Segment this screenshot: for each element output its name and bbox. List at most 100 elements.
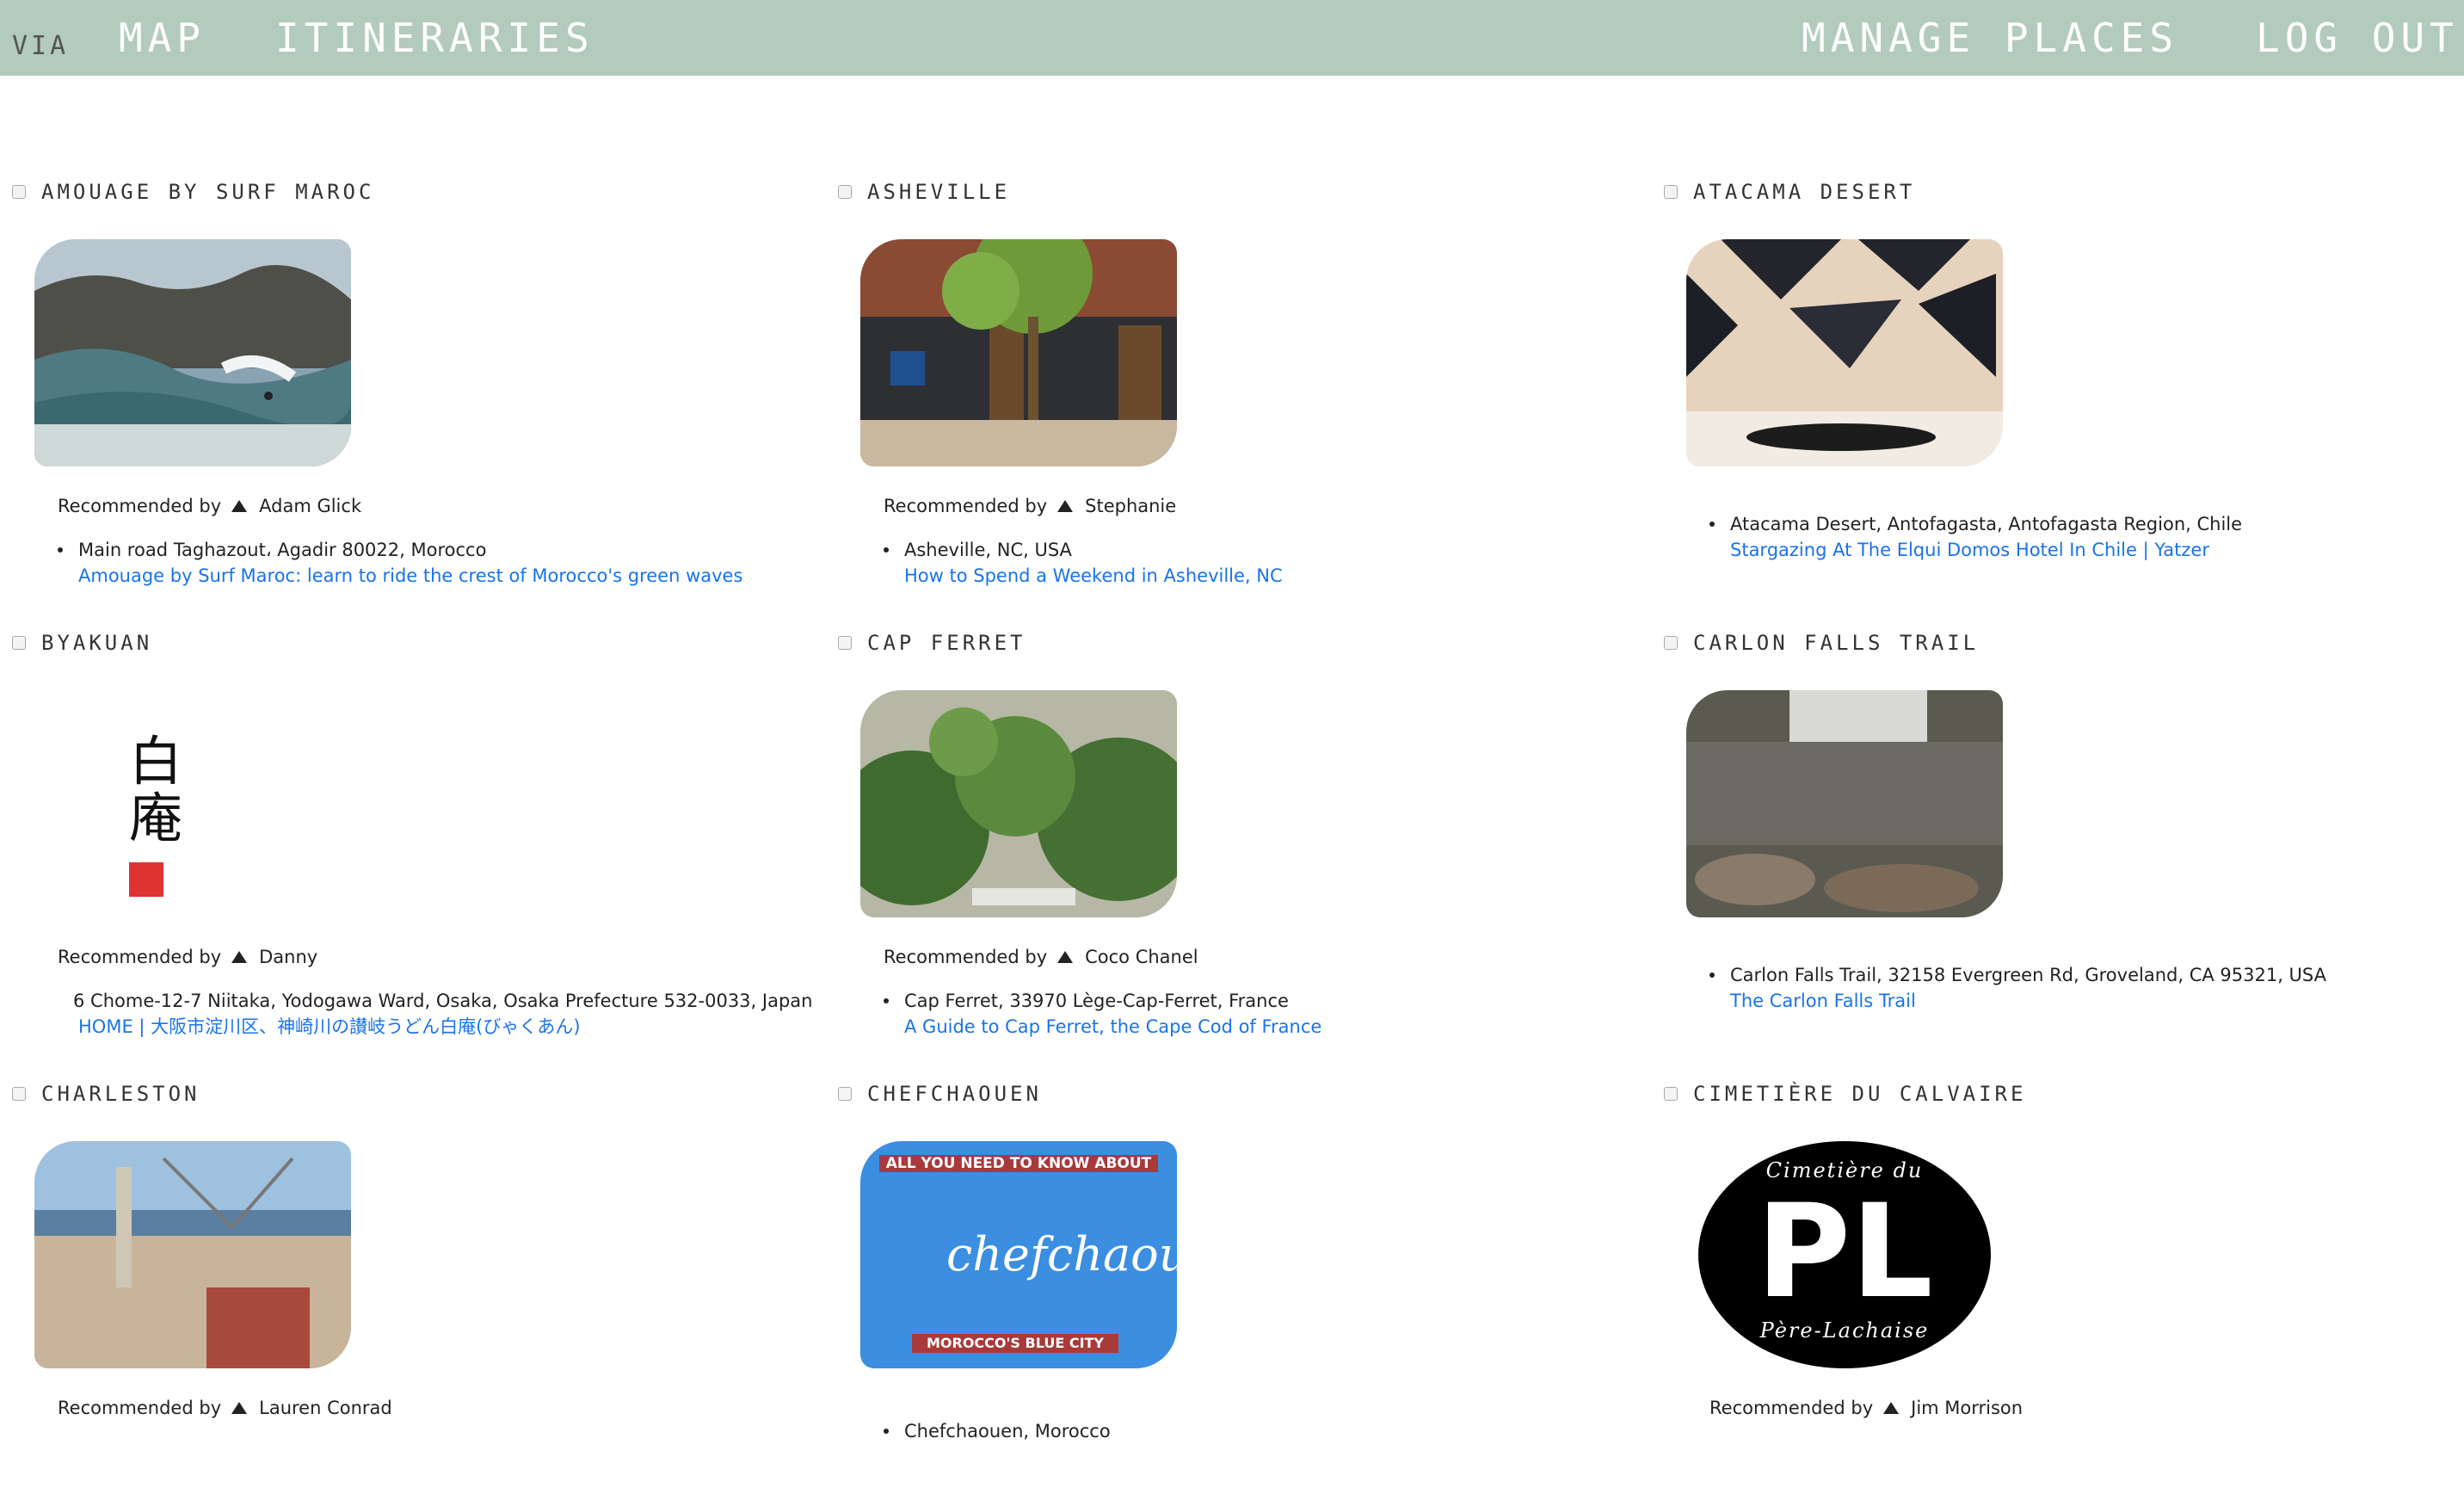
place-article-link[interactable]: Stargazing At The Elqui Domos Hotel In C…: [1730, 537, 2432, 563]
bullet-icon: [884, 1429, 889, 1434]
place-logo-pere-lachaise: Cimetière du PL Père-Lachaise: [1686, 1141, 2003, 1368]
place-address: Asheville, NC, USA: [904, 540, 1072, 560]
place-article-link[interactable]: The Carlon Falls Trail: [1730, 988, 2432, 1014]
place-address-item: Asheville, NC, USA: [884, 537, 1606, 563]
place-checkbox[interactable]: [838, 1087, 852, 1101]
upvote-icon[interactable]: [1057, 500, 1074, 512]
place-info: Main road Taghazout، Agadir 80022, Moroc…: [58, 537, 780, 589]
nav-map[interactable]: MAP: [119, 15, 206, 60]
place-card: Byakuan 白庵 Recommended by Danny 6 Chome-…: [0, 596, 812, 1043]
place-title[interactable]: Carlon Falls Trail: [1693, 631, 1979, 655]
place-address-item: Chefchaouen, Morocco: [884, 1418, 1606, 1444]
recommended-line: Recommended by Coco Chanel: [884, 947, 1198, 967]
recommender-name[interactable]: Adam Glick: [259, 496, 361, 516]
place-card: Atacama Desert Atacama Desert, Antofagas…: [1652, 145, 2426, 592]
place-address-item: Carlon Falls Trail, 32158 Evergreen Rd, …: [1709, 962, 2432, 988]
nav-log-out[interactable]: LOG OUT: [2256, 15, 2459, 60]
recommended-label: Recommended by: [58, 947, 222, 967]
bullet-icon: [884, 998, 889, 1003]
place-title[interactable]: Asheville: [867, 180, 1010, 204]
banner-bottom: MOROCCO'S BLUE CITY: [912, 1334, 1118, 1353]
recommender-name[interactable]: Stephanie: [1085, 496, 1176, 516]
place-title[interactable]: Amouage by Surf Maroc: [41, 180, 374, 204]
bullet-icon: [1709, 972, 1715, 978]
upvote-icon[interactable]: [1883, 1402, 1900, 1414]
place-title-row: Chefchaouen: [838, 1081, 1042, 1107]
place-title-row: Atacama Desert: [1664, 179, 1915, 205]
place-article-link[interactable]: Amouage by Surf Maroc: learn to ride the…: [78, 563, 780, 589]
recommended-label: Recommended by: [884, 947, 1048, 967]
place-address: Chefchaouen, Morocco: [904, 1421, 1111, 1442]
recommender-name[interactable]: Jim Morrison: [1911, 1398, 2023, 1418]
place-address: Main road Taghazout، Agadir 80022, Moroc…: [78, 540, 487, 560]
place-address: 6 Chome-12-7 Niitaka, Yodogawa Ward, Osa…: [73, 991, 813, 1011]
place-address-item: Main road Taghazout، Agadir 80022, Moroc…: [58, 537, 780, 563]
place-address: Cap Ferret, 33970 Lège-Cap-Ferret, Franc…: [904, 991, 1289, 1011]
recommended-label: Recommended by: [58, 496, 222, 516]
place-photo-carlon-falls: [1686, 690, 2003, 917]
place-logo-byakuan: 白庵: [34, 690, 351, 917]
place-title-row: Byakuan: [12, 630, 152, 656]
place-article-link[interactable]: How to Spend a Weekend in Asheville, NC: [904, 563, 1606, 589]
place-title[interactable]: Byakuan: [41, 631, 152, 655]
recommended-label: Recommended by: [1709, 1398, 1874, 1418]
place-article-link[interactable]: HOME | 大阪市淀川区、神崎川の讃岐うどん白庵(びゃくあん): [78, 1014, 780, 1040]
place-title-row: Charleston: [12, 1081, 200, 1107]
recommended-line: Recommended by Danny: [58, 947, 317, 967]
nav-itineraries[interactable]: ITINERARIES: [275, 15, 594, 60]
logo-mid-text: PL: [1756, 1177, 1933, 1327]
place-photo-cap-ferret: [860, 690, 1177, 917]
place-title[interactable]: Cap Ferret: [867, 631, 1026, 655]
recommended-line: Recommended by Jim Morrison: [1709, 1398, 2023, 1418]
place-address: Carlon Falls Trail, 32158 Evergreen Rd, …: [1730, 965, 2327, 985]
logo-bottom-text: Père-Lachaise: [1759, 1318, 1930, 1343]
place-checkbox[interactable]: [1664, 1087, 1678, 1101]
place-title-row: Carlon Falls Trail: [1664, 630, 1979, 656]
place-card: Cimetière du Calvaire Cimetière du PL Pè…: [1652, 1046, 2426, 1494]
place-card: Amouage by Surf Maroc Recommended by Ada…: [0, 145, 774, 592]
banner-top: ALL YOU NEED TO KNOW ABOUT: [879, 1155, 1158, 1172]
place-card: Carlon Falls Trail Carlon Falls Trail, 3…: [1652, 596, 2426, 1043]
upvote-icon[interactable]: [1057, 951, 1074, 963]
bullet-icon: [58, 547, 63, 553]
place-title-row: Cimetière du Calvaire: [1664, 1081, 2026, 1107]
place-address-item: Cap Ferret, 33970 Lège-Cap-Ferret, Franc…: [884, 988, 1606, 1014]
place-title-row: Amouage by Surf Maroc: [12, 179, 374, 205]
brand-logo[interactable]: VIA: [12, 24, 69, 69]
place-photo-asheville: [860, 239, 1177, 466]
place-photo-atacama: [1686, 239, 2003, 466]
place-checkbox[interactable]: [1664, 636, 1678, 650]
place-checkbox[interactable]: [1664, 185, 1678, 199]
place-title[interactable]: Charleston: [41, 1082, 200, 1106]
nav-manage-places[interactable]: MANAGE PLACES: [1802, 15, 2178, 60]
recommender-name[interactable]: Lauren Conrad: [259, 1398, 392, 1418]
byakuan-logo-text: 白庵: [129, 730, 183, 849]
bullet-icon: [884, 547, 889, 553]
byakuan-stamp: [129, 862, 163, 897]
place-title-row: Asheville: [838, 179, 1010, 205]
place-article-link[interactable]: A Guide to Cap Ferret, the Cape Cod of F…: [904, 1014, 1606, 1040]
place-photo-chefchaouen: ALL YOU NEED TO KNOW ABOUT chefchaouen M…: [860, 1141, 1177, 1368]
upvote-icon[interactable]: [231, 500, 248, 512]
top-nav: VIA MAP ITINERARIES MANAGE PLACES LOG OU…: [0, 0, 2464, 76]
recommender-name[interactable]: Coco Chanel: [1085, 947, 1198, 967]
place-checkbox[interactable]: [12, 1087, 26, 1101]
upvote-icon[interactable]: [231, 1402, 248, 1414]
place-info: Atacama Desert, Antofagasta, Antofagasta…: [1709, 511, 2432, 563]
place-photo-charleston: [34, 1141, 351, 1368]
place-title[interactable]: Atacama Desert: [1693, 180, 1915, 204]
recommender-name[interactable]: Danny: [259, 947, 317, 967]
place-checkbox[interactable]: [12, 636, 26, 650]
place-title[interactable]: Chefchaouen: [867, 1082, 1042, 1106]
place-checkbox[interactable]: [838, 636, 852, 650]
upvote-icon[interactable]: [231, 951, 248, 963]
recommended-line: Recommended by Stephanie: [884, 496, 1176, 516]
place-checkbox[interactable]: [838, 185, 852, 199]
place-title[interactable]: Cimetière du Calvaire: [1693, 1082, 2026, 1106]
place-photo-surf: [34, 239, 351, 466]
recommended-label: Recommended by: [884, 496, 1048, 516]
recommended-label: Recommended by: [58, 1398, 222, 1418]
place-info: 6 Chome-12-7 Niitaka, Yodogawa Ward, Osa…: [58, 988, 812, 1040]
place-info: Asheville, NC, USA How to Spend a Weeken…: [884, 537, 1606, 589]
place-checkbox[interactable]: [12, 185, 26, 199]
